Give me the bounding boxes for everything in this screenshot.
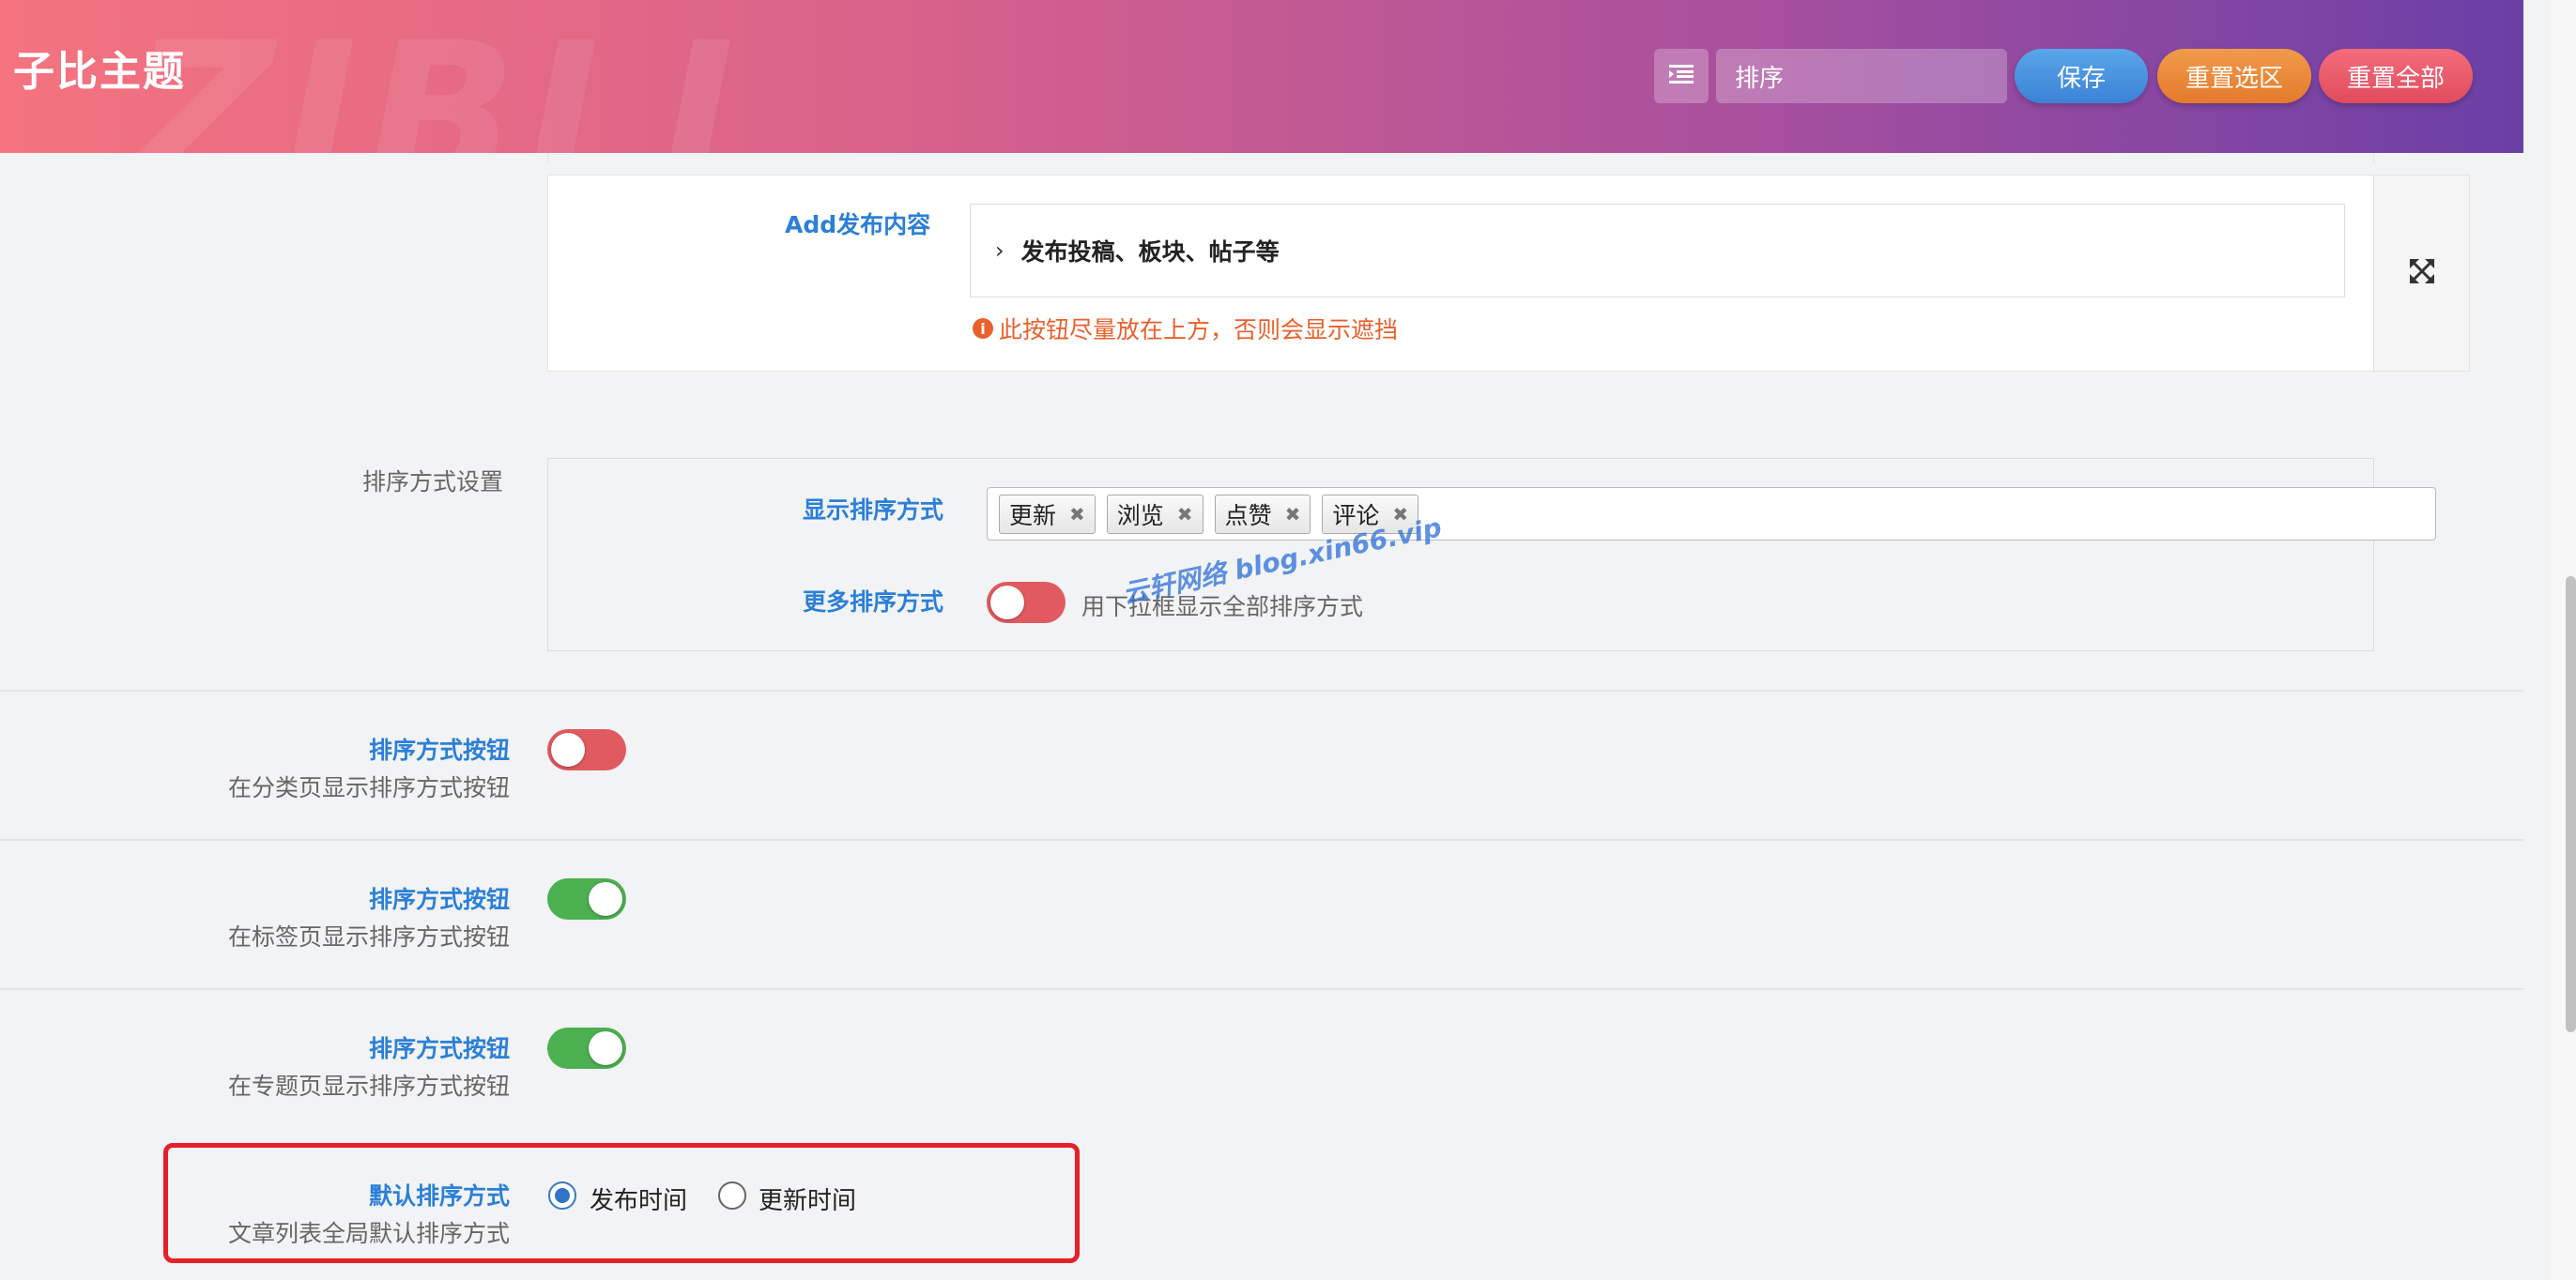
expand-arrows-icon — [2409, 259, 2434, 287]
tag-label: 更新 — [1009, 501, 1057, 529]
tag-sort-toggle[interactable] — [547, 878, 626, 920]
close-icon[interactable]: ✖ — [1177, 503, 1193, 526]
search-input[interactable] — [1716, 49, 2007, 103]
publish-accordion[interactable]: › 发布投稿、板块、帖子等 — [970, 204, 2345, 297]
more-sort-toggle[interactable] — [987, 582, 1066, 623]
warning-text: 此按钮尽量放在上方，否则会显示遮挡 — [999, 316, 1399, 343]
tag-label: 浏览 — [1116, 501, 1164, 529]
row-divider — [0, 839, 2523, 841]
row-divider — [0, 690, 2523, 692]
warning-note: i 此按钮尽量放在上方，否则会显示遮挡 — [973, 312, 1398, 345]
category-sort-toggle[interactable] — [547, 729, 626, 770]
sort-tags-select[interactable]: 更新 ✖ 浏览 ✖ 点赞 ✖ 评论 ✖ — [987, 487, 2436, 541]
row-divider — [0, 988, 2523, 990]
save-button[interactable]: 保存 — [2015, 49, 2148, 103]
topic-sort-title: 排序方式按钮 — [368, 1035, 510, 1062]
close-icon[interactable]: ✖ — [1285, 503, 1301, 526]
category-sort-desc: 在分类页显示排序方式按钮 — [227, 774, 510, 801]
panel-edge — [547, 153, 2374, 162]
add-content-label: Add发布内容 — [785, 211, 931, 238]
sort-tag: 浏览 ✖ — [1106, 494, 1204, 534]
menu-icon — [1669, 64, 1694, 88]
topic-sort-desc: 在专题页显示排序方式按钮 — [227, 1073, 510, 1100]
tag-sort-title: 排序方式按钮 — [368, 886, 510, 913]
info-circle-icon: i — [973, 318, 993, 339]
sort-settings-title: 排序方式设置 — [362, 468, 504, 495]
reset-all-button[interactable]: 重置全部 — [2319, 49, 2473, 103]
top-header: ZIBLL 子比主题 保存 重置选区 重置全部 — [0, 0, 2523, 153]
category-sort-title: 排序方式按钮 — [368, 737, 510, 764]
tag-sort-desc: 在标签页显示排序方式按钮 — [227, 923, 510, 951]
chevron-right-icon: › — [995, 237, 1004, 264]
highlight-box — [163, 1143, 1080, 1263]
brand-watermark: ZIBLL — [131, 0, 797, 153]
scrollbar-thumb[interactable] — [2566, 576, 2576, 1032]
sort-tag: 更新 ✖ — [999, 494, 1096, 534]
sort-tag: 点赞 ✖ — [1214, 494, 1311, 534]
more-sort-label: 更多排序方式 — [803, 588, 944, 616]
show-sort-label: 显示排序方式 — [803, 496, 944, 524]
close-icon[interactable]: ✖ — [1069, 503, 1085, 526]
expand-button[interactable] — [2374, 175, 2470, 372]
accordion-title: 发布投稿、板块、帖子等 — [1020, 238, 1280, 266]
menu-toggle-button[interactable] — [1654, 49, 1709, 103]
topic-sort-toggle[interactable] — [547, 1028, 626, 1069]
brand-title: 子比主题 — [13, 48, 186, 96]
tag-label: 点赞 — [1224, 501, 1272, 529]
reset-section-button[interactable]: 重置选区 — [2157, 49, 2311, 103]
